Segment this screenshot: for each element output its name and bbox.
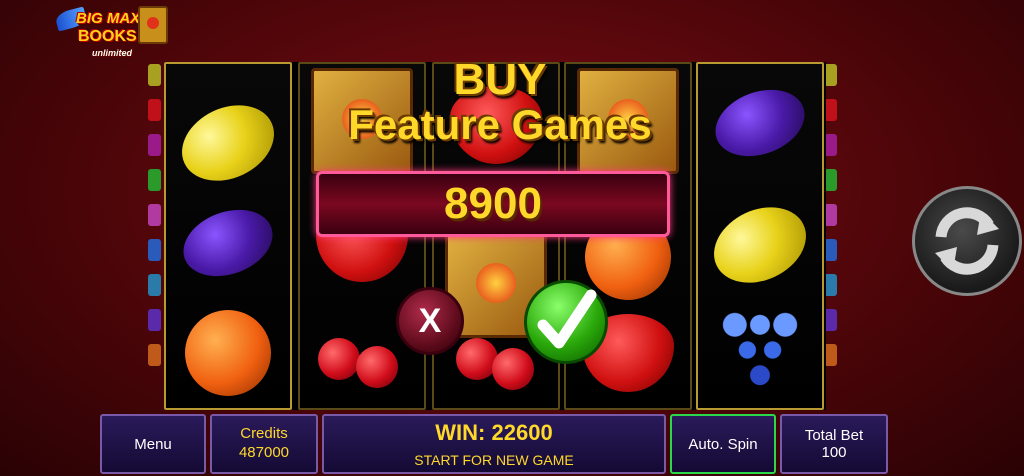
confirm-button[interactable]: [524, 280, 608, 364]
auto-spin-label: Auto. Spin: [688, 435, 758, 453]
plum-symbol: [706, 78, 814, 168]
payline-led: [148, 344, 161, 366]
total-bet-label: Total Bet: [804, 427, 864, 444]
lemon-symbol: [169, 90, 287, 196]
credits-panel: Credits 487000: [210, 414, 318, 474]
feature-price-value: 8900: [444, 179, 542, 228]
check-icon: [537, 289, 597, 349]
plum-symbol: [174, 198, 282, 288]
total-bet-value: 100: [821, 444, 847, 461]
menu-label: Menu: [134, 435, 172, 453]
credits-label: Credits: [240, 425, 288, 443]
logo-line2: BOOKS: [78, 28, 137, 45]
payline-led: [148, 134, 161, 156]
grapes-symbol: [718, 308, 802, 392]
buy-title-line1: BUY: [453, 55, 547, 104]
logo-line1: BIG MAX: [76, 10, 141, 27]
spin-button[interactable]: [912, 186, 1022, 296]
orange-symbol: [185, 310, 271, 396]
payline-led: [148, 204, 161, 226]
cancel-button[interactable]: X: [396, 287, 464, 355]
payline-led: [148, 274, 161, 296]
reel-1: [164, 62, 292, 410]
reel-5: [696, 62, 824, 410]
buy-feature-title: BUY Feature Games: [300, 58, 700, 146]
menu-button[interactable]: Menu: [100, 414, 206, 474]
credits-value: 487000: [238, 444, 290, 461]
total-bet-button[interactable]: Total Bet 100: [780, 414, 888, 474]
start-new-game-label: START FOR NEW GAME: [414, 452, 574, 468]
feature-price-display: 8900: [316, 171, 670, 237]
win-amount: WIN: 22600: [435, 420, 553, 445]
payline-led: [148, 239, 161, 261]
buy-title-line2: Feature Games: [348, 101, 652, 148]
logo-line3: unlimited: [92, 48, 132, 58]
lemon-symbol: [701, 192, 819, 298]
logo-book-icon: [138, 6, 168, 44]
right-payline-indicators: [824, 64, 838, 379]
left-payline-indicators: [148, 64, 162, 379]
game-logo: BIG MAX BOOKS unlimited: [54, 2, 174, 64]
payline-led: [148, 309, 161, 331]
payline-led: [148, 99, 161, 121]
win-panel[interactable]: WIN: 22600 START FOR NEW GAME: [322, 414, 666, 474]
spin-icon: [935, 207, 999, 275]
payline-led: [148, 169, 161, 191]
payline-led: [148, 64, 161, 86]
auto-spin-button[interactable]: Auto. Spin: [670, 414, 776, 474]
